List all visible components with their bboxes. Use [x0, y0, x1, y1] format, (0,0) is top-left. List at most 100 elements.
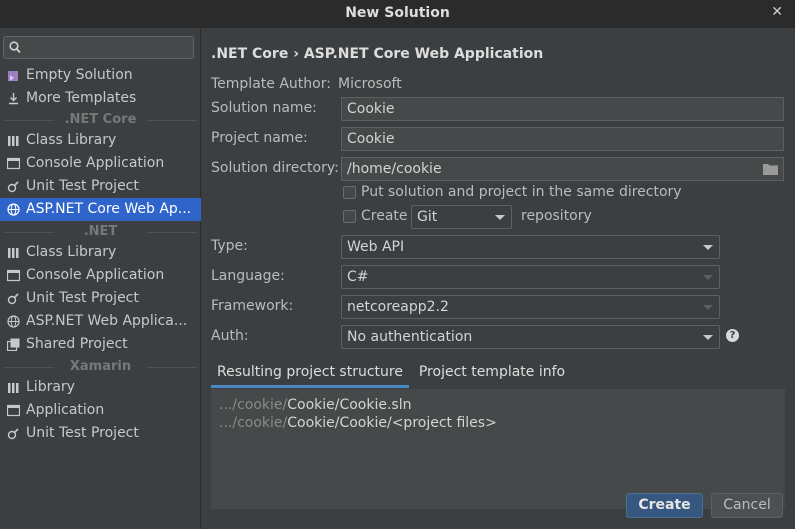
- solution-name-field[interactable]: [341, 97, 784, 121]
- type-label: Type:: [211, 238, 248, 254]
- sidebar-item-label: Console Application: [26, 267, 165, 283]
- help-icon[interactable]: ?: [726, 329, 739, 342]
- chevron-down-icon: [703, 335, 713, 340]
- title-bar: New Solution ✕: [0, 0, 795, 28]
- library-icon: [8, 383, 19, 393]
- structure-path: Cookie/Cookie.sln: [287, 397, 412, 413]
- same-directory-checkbox[interactable]: [343, 186, 356, 199]
- globe-icon: [7, 203, 20, 216]
- structure-prefix: .../cookie/: [219, 397, 288, 413]
- application-icon: [7, 404, 20, 417]
- test-icon: [7, 293, 19, 305]
- cancel-button[interactable]: Cancel: [711, 493, 783, 518]
- group-header-xamarin: Xamarin: [0, 357, 201, 377]
- framework-dropdown[interactable]: netcoreapp2.2: [341, 295, 720, 319]
- sidebar-item-label: ASP.NET Web Applica...: [26, 313, 188, 329]
- auth-dropdown[interactable]: No authentication: [341, 325, 720, 349]
- sidebar-item-console-application[interactable]: Console Application: [0, 152, 201, 175]
- tab-resulting-project-structure[interactable]: Resulting project structure: [211, 360, 409, 388]
- search-box[interactable]: [3, 36, 194, 59]
- sidebar-item-more-templates[interactable]: More Templates: [0, 87, 201, 110]
- test-icon: [7, 181, 19, 193]
- chevron-down-icon: [703, 305, 713, 310]
- create-repository-checkbox[interactable]: [343, 210, 356, 223]
- sidebar-item-empty-solution[interactable]: Empty Solution: [0, 64, 201, 87]
- create-label: Create: [361, 208, 408, 224]
- close-icon[interactable]: ✕: [771, 4, 783, 20]
- sidebar-item-console-application[interactable]: Console Application: [0, 264, 201, 287]
- project-structure-panel: .../cookie/Cookie/Cookie.sln .../cookie/…: [211, 389, 785, 509]
- structure-line: .../cookie/Cookie/Cookie.sln: [219, 396, 777, 414]
- repository-label: repository: [521, 208, 592, 224]
- sidebar-item-aspnet-core-web-app[interactable]: ASP.NET Core Web Ap...: [0, 198, 201, 221]
- project-name-input[interactable]: [347, 128, 783, 150]
- language-label: Language:: [211, 268, 285, 284]
- chevron-down-icon: [495, 215, 505, 220]
- library-icon: [8, 248, 19, 258]
- template-author-label: Template Author:: [211, 76, 331, 92]
- vcs-dropdown[interactable]: Git: [411, 205, 512, 229]
- sidebar-item-class-library[interactable]: Class Library: [0, 129, 201, 152]
- sidebar-item-application[interactable]: Application: [0, 399, 201, 422]
- auth-label: Auth:: [211, 328, 249, 344]
- library-icon: [8, 136, 19, 146]
- auth-value: No authentication: [347, 329, 473, 345]
- sidebar-item-label: ASP.NET Core Web Ap...: [26, 201, 192, 217]
- globe-icon: [7, 315, 20, 328]
- project-name-field[interactable]: [341, 127, 784, 151]
- sidebar-item-label: More Templates: [26, 90, 137, 106]
- solution-name-input[interactable]: [347, 98, 783, 120]
- structure-line: .../cookie/Cookie/Cookie/<project files>: [219, 414, 777, 432]
- sidebar-item-shared-project[interactable]: Shared Project: [0, 333, 201, 356]
- breadcrumb: .NET Core › ASP.NET Core Web Application: [211, 46, 544, 62]
- search-icon: [9, 41, 21, 54]
- solution-icon: [8, 71, 18, 81]
- same-directory-label: Put solution and project in the same dir…: [361, 184, 682, 200]
- chevron-down-icon: [703, 245, 713, 250]
- sidebar-item-label: Unit Test Project: [26, 178, 139, 194]
- chevron-down-icon: [703, 275, 713, 280]
- sidebar-item-label: Shared Project: [26, 336, 128, 352]
- solution-directory-field[interactable]: [341, 157, 784, 181]
- sidebar-item-label: Application: [26, 402, 105, 418]
- structure-path: Cookie/Cookie/<project files>: [287, 415, 497, 431]
- create-button[interactable]: Create: [626, 493, 703, 518]
- sidebar-item-unit-test-project[interactable]: Unit Test Project: [0, 175, 201, 198]
- sidebar-item-label: Unit Test Project: [26, 290, 139, 306]
- solution-directory-input[interactable]: [347, 158, 747, 180]
- sidebar-item-label: Library: [26, 379, 75, 395]
- language-dropdown[interactable]: C#: [341, 265, 720, 289]
- sidebar-item-class-library[interactable]: Class Library: [0, 241, 201, 264]
- sidebar-item-label: Unit Test Project: [26, 425, 139, 441]
- solution-name-label: Solution name:: [211, 100, 317, 116]
- sidebar-item-label: Empty Solution: [26, 67, 133, 83]
- sidebar-item-label: Class Library: [26, 244, 117, 260]
- test-icon: [7, 428, 19, 440]
- sidebar-item-unit-test-project[interactable]: Unit Test Project: [0, 287, 201, 310]
- shared-icon: [7, 338, 20, 351]
- search-input[interactable]: [26, 38, 190, 57]
- sidebar-item-label: Class Library: [26, 132, 117, 148]
- settings-panel: .NET Core › ASP.NET Core Web Application…: [202, 28, 795, 529]
- group-header-dotnet: .NET: [0, 222, 201, 242]
- folder-icon[interactable]: [763, 163, 778, 175]
- window-title: New Solution: [345, 5, 450, 21]
- structure-prefix: .../cookie/: [219, 415, 288, 431]
- sidebar-item-unit-test-project[interactable]: Unit Test Project: [0, 422, 201, 445]
- project-name-label: Project name:: [211, 130, 308, 146]
- sidebar-item-label: Console Application: [26, 155, 165, 171]
- group-header-dotnet-core: .NET Core: [0, 110, 201, 130]
- template-author-value: Microsoft: [338, 76, 402, 92]
- framework-value: netcoreapp2.2: [347, 299, 449, 315]
- download-icon: [9, 93, 18, 105]
- sidebar-item-aspnet-web-app[interactable]: ASP.NET Web Applica...: [0, 310, 201, 333]
- sidebar-item-library[interactable]: Library: [0, 376, 201, 399]
- console-icon: [7, 157, 20, 170]
- template-sidebar: Empty Solution More Templates .NET Core …: [0, 28, 201, 529]
- framework-label: Framework:: [211, 298, 294, 314]
- console-icon: [7, 269, 20, 282]
- solution-directory-label: Solution directory:: [211, 160, 339, 176]
- type-dropdown[interactable]: Web API: [341, 235, 720, 259]
- vcs-value: Git: [417, 209, 438, 225]
- tab-project-template-info[interactable]: Project template info: [412, 360, 572, 388]
